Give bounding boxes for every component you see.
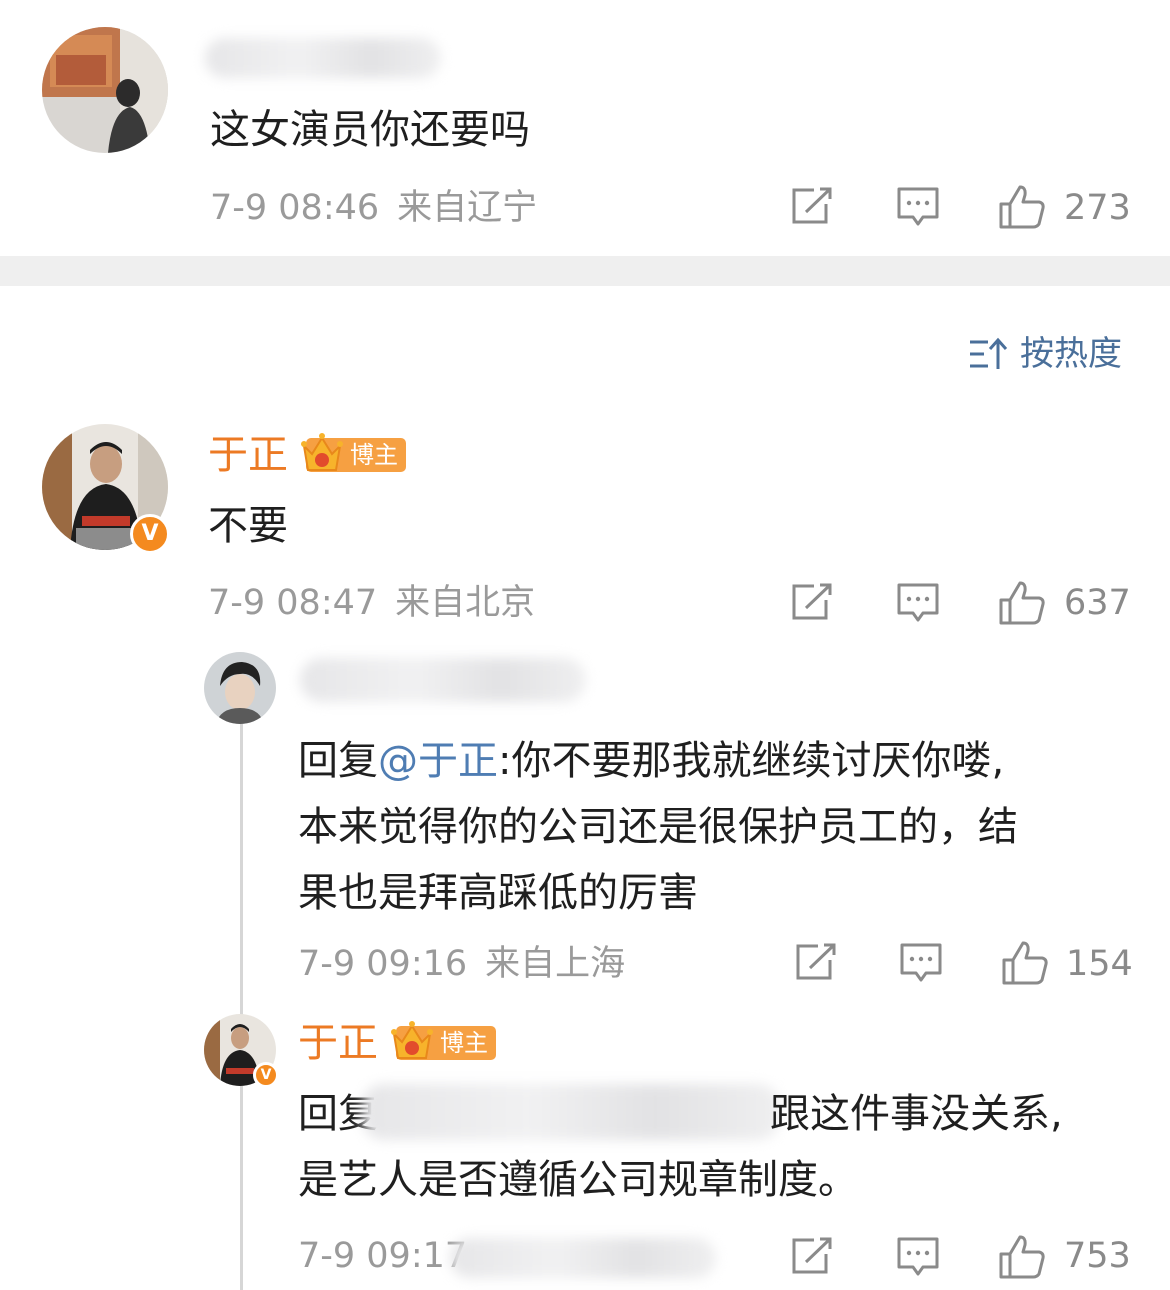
like-icon[interactable] xyxy=(998,1234,1046,1280)
badge-label: 博主 xyxy=(440,1029,488,1057)
reply-date: 7-9 09:17 xyxy=(298,1236,468,1276)
like-icon[interactable] xyxy=(998,184,1046,230)
comment-icon[interactable] xyxy=(899,942,943,984)
badge-label: 博主 xyxy=(350,441,398,469)
avatar[interactable] xyxy=(204,652,276,724)
reply-location: 来自北京 xyxy=(395,583,536,623)
reply-date: 7-9 09:16 xyxy=(298,944,468,984)
reply-meta: 7-9 08:47 来自北京 xyxy=(208,583,535,623)
comment-icon[interactable] xyxy=(896,582,940,624)
mention-link[interactable]: @于正 xyxy=(378,738,498,784)
reply-text: 不要 xyxy=(208,503,288,549)
reply-meta: 7-9 09:17 xyxy=(298,1236,467,1276)
sort-label: 按热度 xyxy=(1020,334,1122,374)
blogger-badge: 博主 xyxy=(301,433,406,472)
reply-location: 来自上海 xyxy=(485,944,626,984)
reply-line: 跟这件事没关系, xyxy=(770,1091,1063,1137)
reply-text: 回复@于正:你不要那我就继续讨厌你喽, 本来觉得你的公司还是很保护员工的，结 果… xyxy=(298,728,1118,926)
comment-date: 7-9 08:46 xyxy=(210,188,380,228)
reply-line: 是艺人是否遵循公司规章制度。 xyxy=(298,1157,858,1203)
comment-meta: 7-9 08:46 来自辽宁 xyxy=(210,188,537,228)
like-count: 753 xyxy=(1064,1236,1131,1276)
share-icon[interactable] xyxy=(790,582,834,622)
thread-line xyxy=(240,720,243,1290)
reply-date: 7-9 08:47 xyxy=(208,583,378,623)
share-icon[interactable] xyxy=(790,186,834,226)
reply-prefix: 回复 xyxy=(298,738,378,784)
like-count: 154 xyxy=(1066,944,1133,984)
comment-icon[interactable] xyxy=(896,186,940,228)
username-blurred[interactable] xyxy=(300,658,586,702)
share-icon[interactable] xyxy=(790,1236,834,1276)
mention-blurred[interactable] xyxy=(362,1084,780,1140)
comment-location: 来自辽宁 xyxy=(397,188,538,228)
comment-icon[interactable] xyxy=(896,1236,940,1278)
reply-line: :你不要那我就继续讨厌你喽, xyxy=(498,738,1005,784)
crown-icon xyxy=(390,1018,434,1073)
reply-meta: 7-9 09:16 来自上海 xyxy=(298,944,625,984)
blogger-badge: 博主 xyxy=(391,1021,496,1060)
sort-icon xyxy=(968,336,1008,372)
comment-text: 这女演员你还要吗 xyxy=(210,107,530,153)
crown-icon xyxy=(300,430,344,485)
verified-icon: V xyxy=(130,514,170,554)
like-icon[interactable] xyxy=(1001,940,1049,986)
verified-icon: V xyxy=(253,1062,279,1088)
like-count: 637 xyxy=(1064,583,1131,623)
comment-thread-page: 这女演员你还要吗 7-9 08:46 来自辽宁 273 按热度 V 于正 博主 … xyxy=(0,0,1170,1290)
avatar[interactable] xyxy=(42,27,168,153)
location-blurred xyxy=(450,1238,716,1278)
sort-button[interactable]: 按热度 xyxy=(968,334,1128,374)
reply-line: 果也是拜高踩低的厉害 xyxy=(298,870,698,916)
section-divider xyxy=(0,256,1170,286)
author-name[interactable]: 于正 xyxy=(298,1019,378,1067)
like-count: 273 xyxy=(1064,188,1131,228)
author-name[interactable]: 于正 xyxy=(208,431,288,479)
like-icon[interactable] xyxy=(998,580,1046,626)
username-blurred[interactable] xyxy=(205,38,441,78)
reply-line: 本来觉得你的公司还是很保护员工的，结 xyxy=(298,804,1018,850)
share-icon[interactable] xyxy=(794,942,838,982)
